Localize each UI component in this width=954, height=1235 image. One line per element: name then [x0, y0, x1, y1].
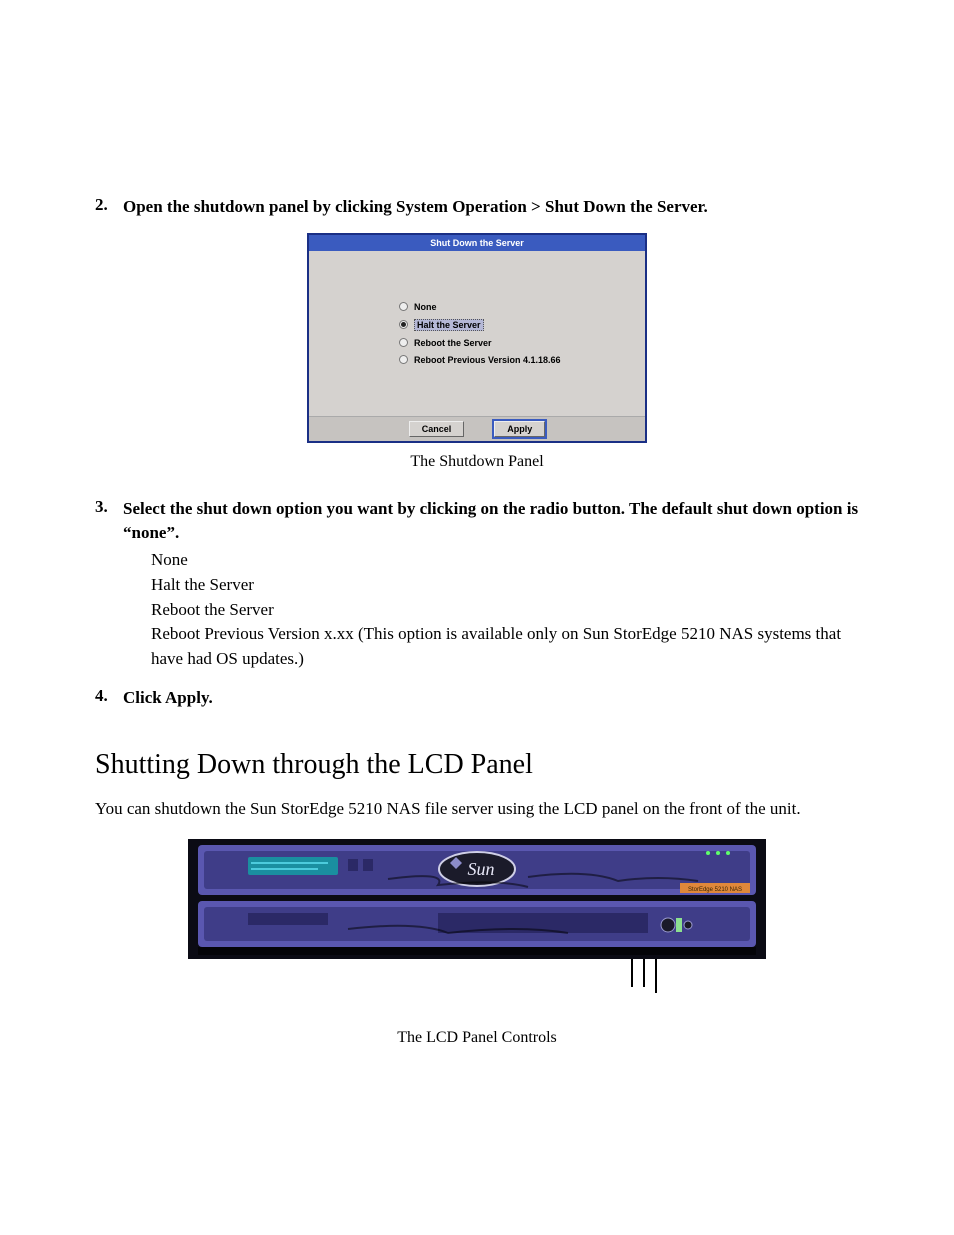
- step-2-text: Open the shutdown panel by clicking Syst…: [123, 195, 708, 219]
- radio-reboot-icon[interactable]: [399, 338, 408, 347]
- radio-none-label: None: [414, 302, 437, 312]
- radio-halt-label: Halt the Server: [414, 319, 484, 331]
- cancel-button[interactable]: Cancel: [409, 421, 465, 437]
- section-heading: Shutting Down through the LCD Panel: [95, 749, 859, 781]
- sun-logo-text: Sun: [468, 859, 495, 879]
- radio-reboot-label: Reboot the Server: [414, 338, 492, 348]
- device-image: Sun StorEdge 5210 NAS: [188, 839, 766, 959]
- radio-reboot-prev-icon[interactable]: [399, 355, 408, 364]
- svg-text:StorEdge 5210 NAS: StorEdge 5210 NAS: [688, 887, 742, 893]
- step-number-3: 3.: [95, 497, 123, 545]
- option-halt: Halt the Server: [151, 573, 859, 598]
- shutdown-panel-figure: Shut Down the Server None Halt the Serve…: [307, 233, 647, 443]
- apply-button[interactable]: Apply: [494, 421, 545, 437]
- step-number-2: 2.: [95, 195, 123, 219]
- section-paragraph: You can shutdown the Sun StorEdge 5210 N…: [95, 797, 859, 821]
- figure-indicator-lines: [188, 959, 766, 999]
- radio-reboot-prev-label: Reboot Previous Version 4.1.18.66: [414, 355, 561, 365]
- radio-none-icon[interactable]: [399, 302, 408, 311]
- option-none: None: [151, 548, 859, 573]
- figure-2-caption: The LCD Panel Controls: [95, 1029, 859, 1047]
- radio-halt-icon[interactable]: [399, 320, 408, 329]
- option-reboot-prev: Reboot Previous Version x.xx (This optio…: [151, 622, 859, 671]
- option-reboot: Reboot the Server: [151, 598, 859, 623]
- step-3-text: Select the shut down option you want by …: [123, 497, 859, 545]
- shutdown-panel-title: Shut Down the Server: [309, 235, 645, 251]
- step-4-text: Click Apply.: [123, 686, 213, 710]
- figure-1-caption: The Shutdown Panel: [95, 453, 859, 471]
- step-number-4: 4.: [95, 686, 123, 710]
